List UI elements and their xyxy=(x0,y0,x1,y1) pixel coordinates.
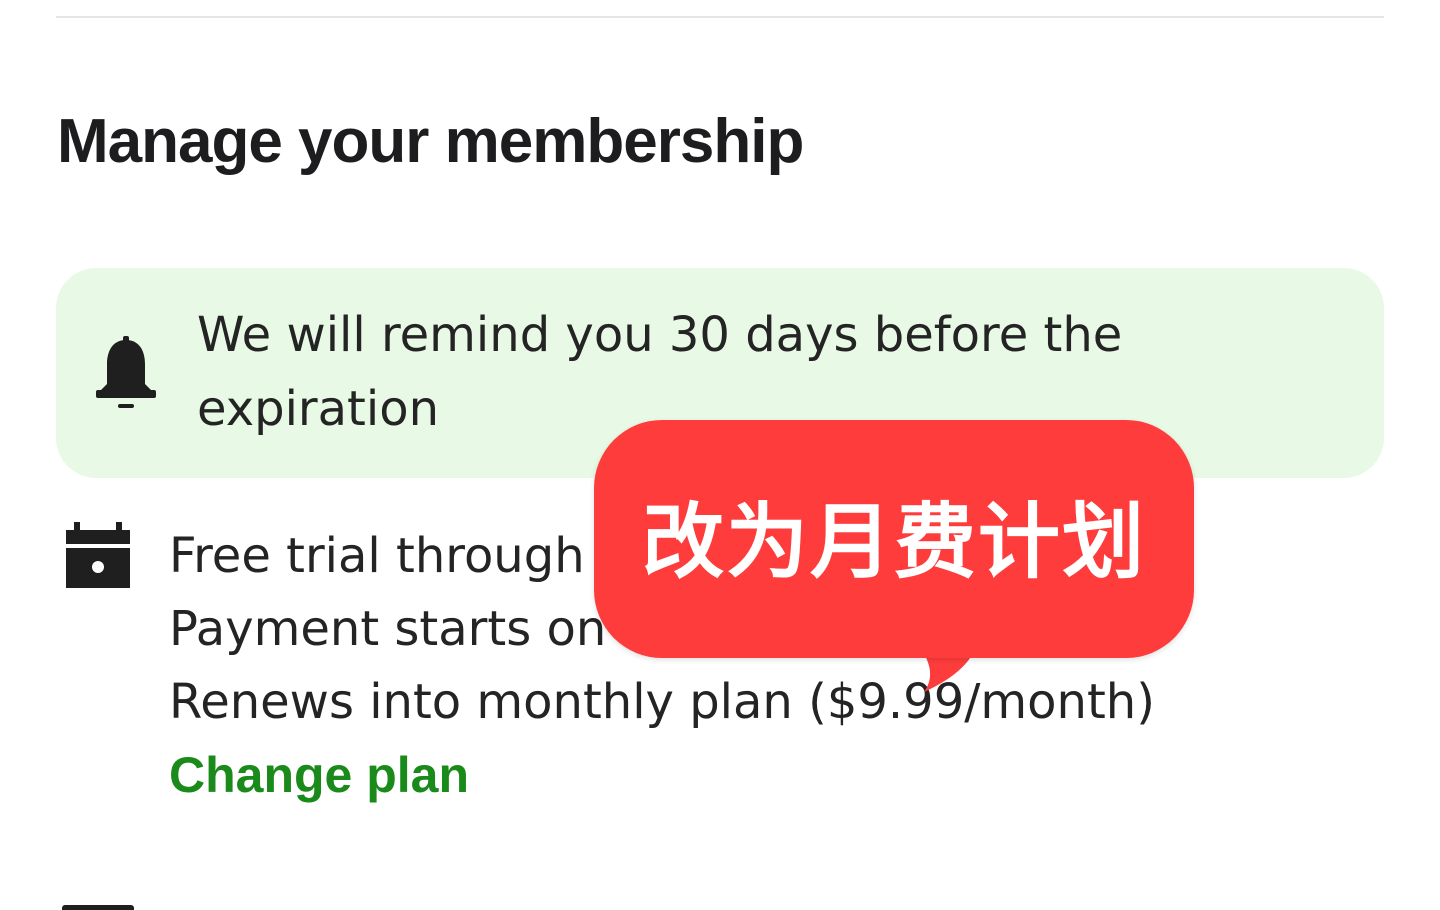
renewal-line: Renews into monthly plan ($9.99/month) xyxy=(169,674,1155,730)
page-title: Manage your membership xyxy=(57,107,804,176)
annotation-text: 改为月费计划 xyxy=(641,495,1146,590)
bell-icon xyxy=(96,336,156,408)
next-section-icon xyxy=(62,905,134,910)
change-plan-link[interactable]: Change plan xyxy=(169,739,1155,812)
calendar-icon xyxy=(66,522,130,588)
top-divider xyxy=(56,16,1384,18)
annotation-callout: 改为月费计划 xyxy=(594,420,1194,658)
